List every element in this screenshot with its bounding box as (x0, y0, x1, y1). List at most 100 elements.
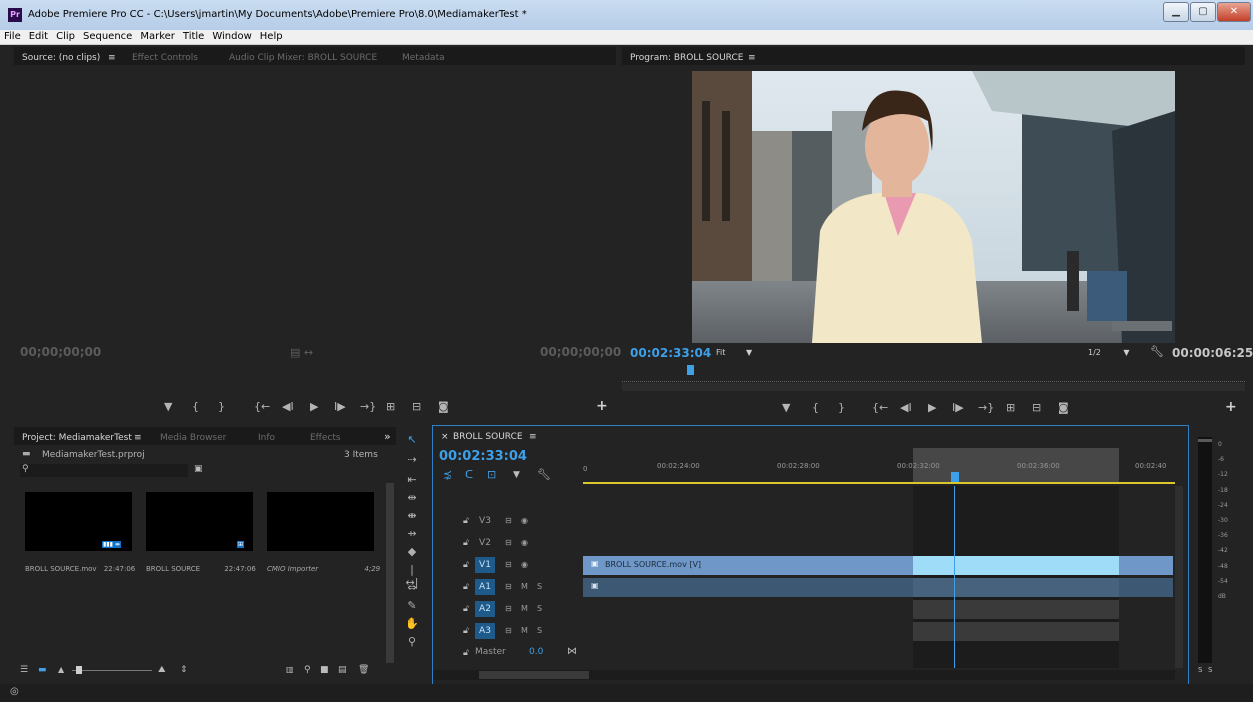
overwrite-icon[interactable]: ⊟ (412, 400, 421, 413)
project-search-input[interactable]: ⚲ (20, 464, 188, 477)
zoom-tool-icon[interactable]: ⚲ (404, 635, 420, 648)
add-marker-timeline-icon[interactable]: ⊡ (487, 468, 496, 481)
hand-tool-icon[interactable]: ✋ (404, 617, 420, 630)
close-sequence-icon[interactable]: × (441, 432, 449, 442)
extract-icon[interactable]: ⊟ (1032, 401, 1041, 414)
step-back-icon[interactable]: ◀I (900, 401, 912, 414)
menu-window[interactable]: Window (208, 30, 255, 44)
project-tab-menu[interactable]: ≡ (134, 433, 142, 443)
sync-lock-icon[interactable]: ⊟ (505, 582, 512, 591)
work-area-bar[interactable] (913, 448, 1119, 484)
solo-right-button[interactable]: S (1208, 666, 1212, 674)
program-video-frame[interactable] (692, 71, 1175, 343)
timeline-vertical-scrollbar[interactable] (1175, 486, 1183, 668)
lock-icon[interactable]: 🔓︎ (463, 626, 469, 636)
project-thumb-3[interactable] (267, 492, 374, 551)
solo-button[interactable]: S (537, 626, 542, 635)
program-scroll-bar[interactable] (622, 383, 1245, 391)
project-thumb-1[interactable]: ▮▮▮ ⇹ (25, 492, 132, 551)
lock-icon[interactable]: 🔓︎ (463, 604, 469, 614)
mute-button[interactable]: M (521, 582, 528, 591)
timeline-horizontal-scrollbar[interactable] (433, 670, 1175, 680)
scrollbar-thumb[interactable] (479, 671, 589, 679)
mark-out-icon[interactable]: } (838, 401, 845, 414)
tab-project[interactable]: Project: MediamakerTest (22, 433, 132, 443)
source-button-editor-icon[interactable]: + (596, 398, 608, 414)
fit-dropdown[interactable]: Fit ▼ (716, 348, 752, 357)
eye-icon[interactable]: ◉ (521, 516, 528, 525)
track-name-a3[interactable]: A3 (475, 623, 495, 639)
audio-clip[interactable]: ▣ (583, 578, 1173, 597)
timeline-tab-menu[interactable]: ≡ (529, 432, 537, 442)
list-item[interactable]: CMIO Importer 4;29 (267, 565, 380, 573)
zoom-in-icon[interactable]: ⛰ (158, 665, 166, 675)
marker-icon[interactable]: ▼ (513, 470, 520, 480)
track-name-a1[interactable]: A1 (475, 579, 495, 595)
sync-lock-icon[interactable]: ⊟ (505, 626, 512, 635)
project-scrollbar[interactable] (386, 483, 394, 663)
timeline-ruler[interactable]: 0 00:02:24:00 00:02:28:00 00:02:32:00 00… (583, 448, 1175, 486)
menu-help[interactable]: Help (256, 30, 287, 44)
export-frame-icon[interactable]: ◙ (1058, 401, 1069, 414)
sort-icons-icon[interactable]: ⇕ (180, 665, 188, 675)
eye-icon[interactable]: ◉ (521, 538, 528, 547)
solo-left-button[interactable]: S (1198, 666, 1202, 674)
tab-effects[interactable]: Effects (310, 433, 341, 443)
pen-icon[interactable]: ✎ (404, 599, 420, 612)
program-button-editor-icon[interactable]: + (1225, 399, 1237, 415)
zoom-out-icon[interactable]: ▲ (58, 665, 64, 674)
track-select-tool-icon[interactable]: ⇢ (404, 453, 420, 466)
list-item[interactable]: BROLL SOURCE 22:47:06 (146, 565, 256, 573)
lock-icon[interactable]: 🔓︎ (463, 538, 469, 548)
selection-tool-icon[interactable]: ↖ (404, 433, 420, 446)
snap-icon[interactable]: ⋨ (443, 468, 452, 481)
play-icon[interactable]: ▶ (310, 400, 318, 413)
project-thumb-2[interactable]: ⊞ (146, 492, 253, 551)
sync-lock-icon[interactable]: ⊟ (505, 538, 512, 547)
program-timecode[interactable]: 00:02:33:04 (630, 346, 711, 360)
ripple-edit-tool-icon[interactable]: ⇤ (404, 473, 420, 486)
icon-view-icon[interactable]: ▬ (38, 665, 47, 675)
lock-icon[interactable]: 🔓︎ (463, 560, 469, 570)
tab-source[interactable]: Source: (no clips) (22, 53, 100, 63)
new-bin-icon[interactable]: ■ (320, 665, 329, 675)
lock-icon[interactable]: 🔓︎ (463, 582, 469, 592)
add-marker-icon[interactable]: ▼ (164, 400, 172, 413)
mark-in-icon[interactable]: { (192, 400, 199, 413)
add-marker-icon[interactable]: ▼ (782, 401, 790, 414)
menu-title[interactable]: Title (179, 30, 208, 44)
status-eye-icon[interactable]: ◎ (10, 686, 19, 697)
eye-icon[interactable]: ◉ (521, 560, 528, 569)
lift-icon[interactable]: ⊞ (1006, 401, 1015, 414)
maximize-button[interactable]: ▢ (1190, 2, 1216, 22)
lock-icon[interactable]: 🔓︎ (463, 648, 469, 658)
linked-selection-icon[interactable]: ᑕ (465, 468, 473, 481)
mark-out-icon[interactable]: } (218, 400, 225, 413)
tab-media-browser[interactable]: Media Browser (160, 433, 226, 443)
pen-tool-icon[interactable]: ⇔ (404, 581, 420, 594)
play-icon[interactable]: ▶ (928, 401, 936, 414)
list-item[interactable]: BROLL SOURCE.mov 22:47:06 (25, 565, 135, 573)
mute-button[interactable]: M (521, 604, 528, 613)
insert-overlay-icon[interactable]: ▤ ↔ (290, 346, 313, 359)
tab-audio-clip-mixer[interactable]: Audio Clip Mixer: BROLL SOURCE (229, 53, 377, 63)
zoom-slider-handle[interactable] (76, 666, 82, 674)
program-tab-menu[interactable]: ≡ (748, 53, 756, 63)
solo-button[interactable]: S (537, 604, 542, 613)
wrench-icon[interactable]: 🔧︎ (1150, 345, 1164, 358)
sync-lock-icon[interactable]: ⊟ (505, 516, 512, 525)
automate-to-sequence-icon[interactable]: ▥ (286, 665, 294, 674)
step-back-icon[interactable]: ◀I (282, 400, 294, 413)
insert-icon[interactable]: ⊞ (386, 400, 395, 413)
timeline-timecode[interactable]: 00:02:33:04 (439, 449, 527, 464)
slip-tool-icon[interactable]: ◆ (404, 545, 420, 558)
program-playhead[interactable] (687, 365, 694, 375)
video-clip[interactable]: ▣ BROLL SOURCE.mov [V] (583, 556, 1173, 575)
panel-overflow-icon[interactable]: » (384, 430, 391, 443)
menu-edit[interactable]: Edit (25, 30, 52, 44)
go-to-in-icon[interactable]: {← (254, 400, 270, 413)
step-forward-icon[interactable]: I▶ (952, 401, 964, 414)
timeline-playhead[interactable] (951, 472, 959, 482)
new-item-icon[interactable]: ▤ (338, 665, 347, 675)
sync-lock-icon[interactable]: ⊟ (505, 604, 512, 613)
